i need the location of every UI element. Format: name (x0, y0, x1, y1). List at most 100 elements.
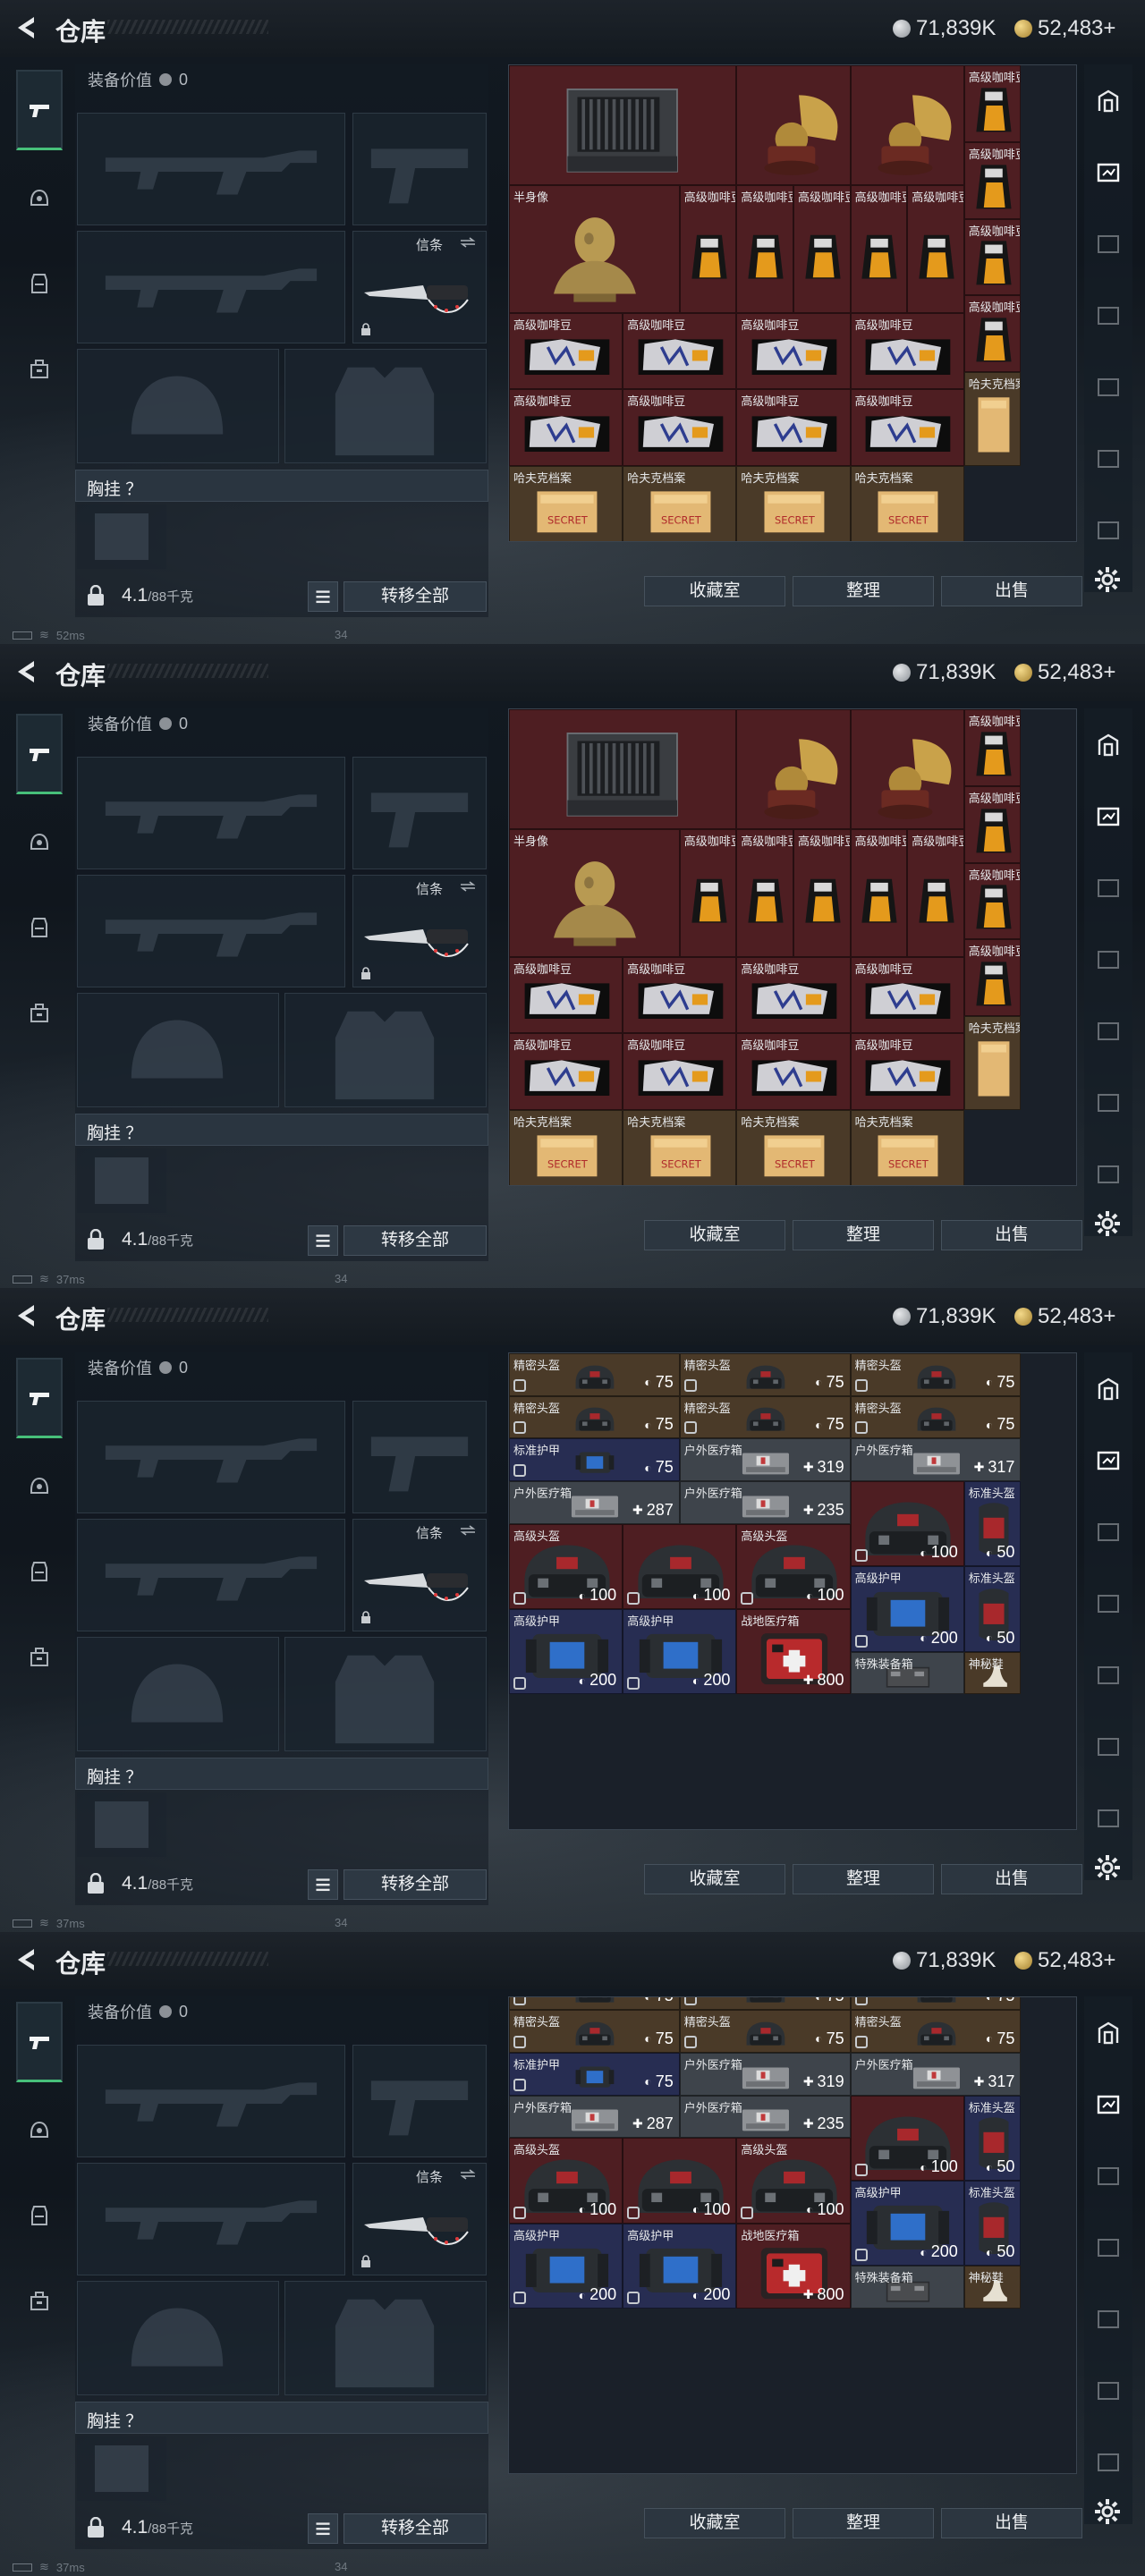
stash-item[interactable]: 高级头盔 ◐ 100 (509, 2138, 623, 2224)
stash-item[interactable]: 精密头盔◐75 (509, 2010, 680, 2053)
stash-item[interactable]: 高级护甲 ◐ 200 (850, 2181, 964, 2267)
stash-page-icon[interactable] (1095, 1447, 1122, 1474)
collection-room-button[interactable]: 收藏室 (644, 576, 785, 606)
stash-item[interactable]: 高级咖啡豆 (963, 295, 1022, 373)
stash-page-icon[interactable] (1095, 1161, 1122, 1188)
primary-weapon-slot[interactable] (77, 113, 345, 225)
stash-item[interactable]: 精密头盔◐75 (509, 1997, 680, 2011)
armor-slot[interactable] (284, 993, 487, 1107)
stash-item[interactable]: 特殊装备箱 (850, 1651, 964, 1695)
stash-page-icon[interactable] (1095, 875, 1122, 902)
stash-item[interactable]: 高级咖啡豆 (793, 184, 851, 313)
stash-item[interactable]: 高级护甲 ◐ 200 (509, 1609, 623, 1695)
melee-slot[interactable]: 信条 (352, 875, 487, 987)
stash-item[interactable]: 高级咖啡豆 (907, 828, 964, 957)
swap-icon[interactable] (459, 881, 477, 892)
vault-icon[interactable] (1095, 1376, 1122, 1402)
stash-item[interactable]: 户外医疗箱 ✚ 319 (679, 2052, 851, 2096)
stash-page-icon[interactable] (1095, 2091, 1122, 2118)
stash-page-icon[interactable] (1095, 231, 1122, 258)
list-view-button[interactable] (308, 1225, 338, 1256)
transfer-all-button[interactable]: 转移全部 (344, 2513, 487, 2544)
stash-item[interactable]: 高级咖啡豆 (509, 389, 623, 467)
stash-page-icon[interactable] (1095, 159, 1122, 186)
pistol-slot[interactable] (352, 2045, 487, 2157)
stash-item[interactable]: 标准头盔 ◐ 50 (963, 1481, 1022, 1567)
stash-item[interactable]: 高级咖啡豆 (963, 65, 1022, 142)
stash-page-icon[interactable] (1095, 1805, 1122, 1832)
stash-item[interactable] (509, 65, 737, 185)
stash-item[interactable]: 标准头盔 ◐ 50 (963, 2181, 1022, 2267)
chest-rig-slot[interactable]: 胸挂 ？ (75, 470, 488, 502)
stash-item[interactable]: 户外医疗箱 ✚ 235 (679, 2095, 851, 2139)
melee-slot[interactable]: 信条 (352, 1519, 487, 1631)
organize-button[interactable]: 整理 (793, 1220, 934, 1250)
stash-item[interactable]: SECRET 哈夫克档案 (509, 1110, 623, 1185)
stash-item[interactable]: 高级咖啡豆 (963, 939, 1022, 1017)
stash-item[interactable]: SECRET 哈夫克档案 (736, 1110, 851, 1185)
stash-item[interactable]: 高级咖啡豆 (850, 828, 908, 957)
pistol-slot[interactable] (352, 1401, 487, 1513)
tab-backpack[interactable] (16, 1617, 63, 1698)
stash-item[interactable]: 高级护甲 ◐ 200 (509, 2223, 623, 2309)
stash-item[interactable]: 精密头盔◐75 (850, 1353, 1022, 1396)
gold-currency[interactable]: 52,483+ (1014, 1948, 1115, 1973)
stash-item[interactable]: 户外医疗箱 ✚ 287 (509, 1481, 680, 1524)
stash-item[interactable]: SECRET 哈夫克档案 (850, 466, 964, 541)
collection-room-button[interactable]: 收藏室 (644, 1220, 785, 1250)
stash-page-icon[interactable] (1095, 1590, 1122, 1617)
stash-item[interactable]: 高级咖啡豆 (736, 1033, 851, 1111)
stash-item[interactable]: 高级咖啡豆 (793, 828, 851, 957)
transfer-all-button[interactable]: 转移全部 (344, 1869, 487, 1900)
gold-currency[interactable]: 52,483+ (1014, 1304, 1115, 1329)
tab-helmet[interactable] (16, 1445, 63, 1526)
stash-page-icon[interactable] (1095, 302, 1122, 329)
stash-page-icon[interactable] (1095, 2234, 1122, 2261)
back-arrow-icon[interactable] (14, 658, 38, 685)
stash-item[interactable]: 高级咖啡豆 (963, 785, 1022, 863)
stash-page-icon[interactable] (1095, 2306, 1122, 2333)
stash-item[interactable]: 高级咖啡豆 (679, 828, 737, 957)
stash-item[interactable]: ◐ 100 (850, 1481, 964, 1567)
stash-item[interactable]: 精密头盔◐75 (850, 1997, 1022, 2011)
stash-item[interactable]: ◐ 100 (623, 2138, 737, 2224)
stash-item[interactable]: SECRET 哈夫克档案 (736, 466, 851, 541)
stash-item[interactable]: SECRET 哈夫克档案 (623, 1110, 737, 1185)
secondary-weapon-slot[interactable] (77, 875, 345, 987)
stash-item[interactable]: 高级咖啡豆 (623, 1033, 737, 1111)
stash-item[interactable] (509, 709, 737, 829)
stash-item[interactable]: 高级咖啡豆 (736, 956, 851, 1034)
stash-page-icon[interactable] (1095, 517, 1122, 544)
tab-armor[interactable] (16, 1531, 63, 1612)
stash-item[interactable]: SECRET 哈夫克档案 (623, 466, 737, 541)
primary-weapon-slot[interactable] (77, 2045, 345, 2157)
tab-weapons[interactable] (16, 714, 63, 794)
stash-item[interactable]: 高级咖啡豆 (850, 312, 964, 390)
transfer-all-button[interactable]: 转移全部 (344, 581, 487, 612)
helmet-slot[interactable] (77, 1637, 279, 1751)
tab-backpack[interactable] (16, 2261, 63, 2342)
stash-item[interactable]: 高级咖啡豆 (736, 184, 793, 313)
vault-icon[interactable] (1095, 88, 1122, 114)
stash-item[interactable]: 户外医疗箱 ✚ 319 (679, 1438, 851, 1482)
tab-armor[interactable] (16, 243, 63, 324)
stash-item[interactable] (736, 65, 851, 185)
armor-slot[interactable] (284, 349, 487, 463)
stash-item[interactable]: 高级咖啡豆 (736, 312, 851, 390)
settings-gear-icon[interactable] (1093, 2497, 1122, 2526)
tab-helmet[interactable] (16, 157, 63, 238)
sell-button[interactable]: 出售 (941, 576, 1082, 606)
back-arrow-icon[interactable] (14, 14, 38, 41)
stash-item[interactable]: 精密头盔◐75 (850, 1395, 1022, 1439)
stash-item[interactable]: 半身像 (509, 184, 680, 313)
stash-item[interactable] (850, 709, 964, 829)
list-view-button[interactable] (308, 581, 338, 612)
back-arrow-icon[interactable] (14, 1302, 38, 1329)
stash-item[interactable]: 哈夫克档案 (963, 1016, 1022, 1111)
settings-gear-icon[interactable] (1093, 565, 1122, 594)
gold-currency[interactable]: 52,483+ (1014, 660, 1115, 685)
pistol-slot[interactable] (352, 757, 487, 869)
tab-weapons[interactable] (16, 70, 63, 150)
stash-item[interactable]: 高级咖啡豆 (509, 1033, 623, 1111)
stash-item[interactable]: 半身像 (509, 828, 680, 957)
